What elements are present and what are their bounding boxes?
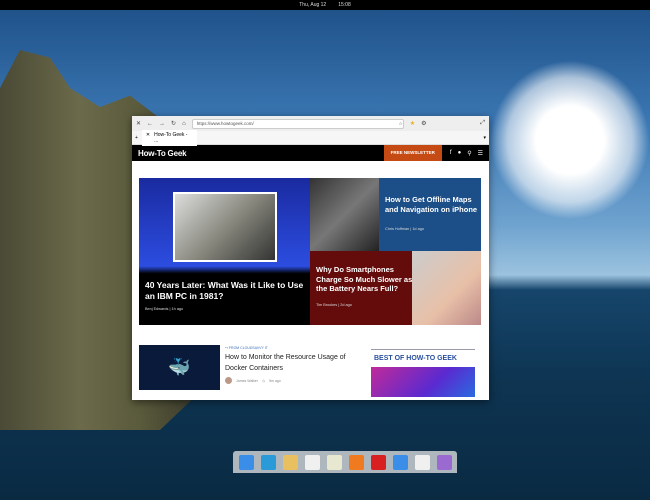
fullscreen-icon[interactable]: ⤢ — [480, 120, 485, 127]
hero-top-right-image — [310, 178, 379, 251]
hero-top-right-title[interactable]: How to Get Offline Maps and Navigation o… — [385, 195, 480, 214]
hero-main-meta: Benj Edwards | 1h ago — [145, 307, 184, 311]
hero-bottom-right[interactable]: Why Do Smartphones Charge So Much Slower… — [310, 251, 481, 325]
sidebar-image[interactable] — [371, 367, 475, 397]
url-text: https://www.howtogeek.com/ — [196, 120, 254, 126]
site-logo[interactable]: How-To Geek — [138, 149, 187, 158]
hero-bottom-right-image — [412, 251, 481, 325]
menu-icon[interactable]: ☰ — [478, 150, 483, 157]
hero-top-right[interactable]: How to Get Offline Maps and Navigation o… — [310, 178, 481, 251]
mail-icon[interactable] — [282, 454, 298, 470]
hero-main-image — [173, 192, 277, 262]
appcenter-icon[interactable] — [436, 454, 452, 470]
dock — [233, 451, 457, 473]
new-tab-icon[interactable]: + — [135, 135, 138, 141]
tasks-icon[interactable] — [304, 454, 320, 470]
forward-icon[interactable]: → — [159, 121, 165, 127]
hero-bottom-right-title[interactable]: Why Do Smartphones Charge So Much Slower… — [316, 265, 416, 294]
hero-main[interactable]: 40 Years Later: What Was it Like to Use … — [139, 178, 310, 325]
url-bar[interactable]: https://www.howtogeek.com/ ☆ — [191, 118, 404, 129]
tab-menu-icon[interactable]: ▾ — [483, 135, 486, 141]
reload-icon[interactable]: ↻ — [171, 120, 176, 127]
article-meta: James Walker ◷ 5m ago — [225, 377, 281, 384]
date[interactable]: Thu, Aug 12 — [299, 2, 326, 8]
article-title[interactable]: How to Monitor the Resource Usage of Doc… — [225, 352, 365, 374]
article-item[interactable]: 🐳 ↪ FROM CLOUDSAVVY IT How to Monitor th… — [139, 345, 346, 390]
back-icon[interactable]: ← — [147, 121, 153, 127]
tab[interactable]: ✕ How-To Geek - ... — [141, 129, 197, 146]
tab-bar: + ✕ How-To Geek - ... ▾ — [132, 129, 489, 146]
top-panel: Thu, Aug 12 15:08 — [0, 0, 650, 10]
site-header: How-To Geek FREE NEWSLETTER f ● ⚲ ☰ — [132, 145, 489, 161]
hero-bottom-right-meta: Tim Brookes | 2d ago — [316, 303, 352, 307]
settings-icon[interactable]: ⚙ — [421, 120, 426, 127]
hero-top-right-meta: Chris Hoffman | 1d ago — [385, 227, 424, 231]
sidebar-heading: BEST OF HOW-TO GEEK — [374, 355, 457, 362]
multitasking-icon[interactable] — [238, 454, 254, 470]
docker-whale-icon: 🐳 — [139, 345, 220, 390]
close-tab-icon[interactable]: ✕ — [146, 132, 150, 144]
photos-icon[interactable] — [392, 454, 408, 470]
tab-title: How-To Geek - ... — [154, 131, 188, 144]
calendar-icon[interactable] — [326, 454, 342, 470]
videos-icon[interactable] — [370, 454, 386, 470]
close-icon[interactable]: ✕ — [136, 120, 141, 127]
clock-icon: ◷ — [262, 378, 266, 383]
wallpaper-cloud — [490, 60, 650, 220]
browser-window: ✕ ← → ↻ ⌂ https://www.howtogeek.com/☆ ★ … — [132, 116, 489, 400]
hero-grid: 40 Years Later: What Was it Like to Use … — [139, 178, 481, 325]
facebook-icon[interactable]: f — [450, 150, 452, 157]
newsletter-button[interactable]: FREE NEWSLETTER — [383, 145, 442, 161]
search-icon[interactable]: ⚲ — [467, 150, 471, 157]
sidebar: BEST OF HOW-TO GEEK — [371, 349, 475, 397]
music-icon[interactable] — [348, 454, 364, 470]
star-icon[interactable]: ★ — [410, 120, 415, 127]
browser-icon[interactable] — [260, 454, 276, 470]
home-icon[interactable]: ⌂ — [182, 121, 186, 127]
hero-main-title[interactable]: 40 Years Later: What Was it Like to Use … — [145, 280, 310, 302]
article-source[interactable]: ↪ FROM CLOUDSAVVY IT — [225, 346, 268, 350]
clock[interactable]: 15:08 — [338, 2, 351, 8]
avatar — [225, 377, 232, 384]
twitter-icon[interactable]: ● — [458, 150, 462, 157]
bookmark-icon[interactable]: ☆ — [399, 120, 403, 128]
settings-icon[interactable] — [414, 454, 430, 470]
